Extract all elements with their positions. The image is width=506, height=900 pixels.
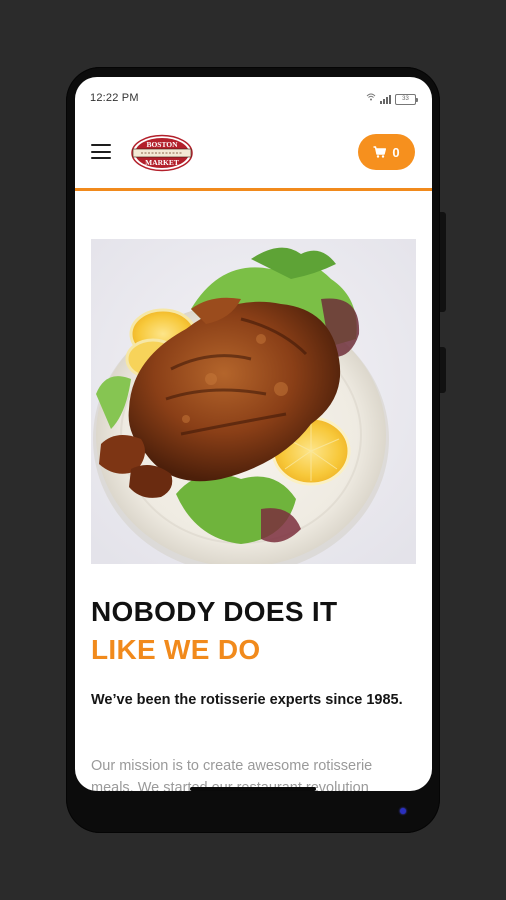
camera-dot (400, 808, 406, 814)
status-icons: 33 (366, 92, 418, 106)
battery-level: 33 (402, 95, 409, 102)
battery-icon: 33 (395, 93, 418, 105)
boston-market-logo[interactable]: BOSTON MARKET (131, 134, 193, 172)
status-time: 12:22 PM (90, 92, 139, 104)
home-indicator[interactable] (190, 787, 316, 791)
app-header: BOSTON MARKET 0 (75, 117, 432, 191)
phone-volume-button (440, 347, 446, 393)
svg-text:MARKET: MARKET (145, 158, 179, 167)
headline-line-1: NOBODY DOES IT (91, 596, 338, 627)
hamburger-menu-icon[interactable] (91, 144, 111, 159)
svg-text:BOSTON: BOSTON (146, 140, 178, 149)
shopping-cart-icon (373, 146, 387, 158)
page-headline: NOBODY DOES IT LIKE WE DO (91, 593, 421, 669)
stage-background: 12:22 PM 33 BOSTON MARKET 0 NOBODY DOES … (0, 0, 506, 900)
cart-button[interactable]: 0 (358, 134, 415, 170)
app-screen: 12:22 PM 33 BOSTON MARKET 0 NOBODY DOES … (75, 77, 432, 791)
wifi-icon (366, 92, 376, 106)
tagline-text: We’ve been the rotisserie experts since … (91, 692, 403, 708)
mission-text: Our mission is to create awesome rotisse… (91, 758, 373, 791)
headline-line-2: LIKE WE DO (91, 634, 261, 665)
hero-food-image (91, 239, 416, 564)
signal-icon (380, 94, 391, 104)
status-bar: 12:22 PM 33 (75, 77, 432, 117)
cart-count: 0 (392, 144, 400, 160)
phone-power-button (440, 212, 446, 312)
